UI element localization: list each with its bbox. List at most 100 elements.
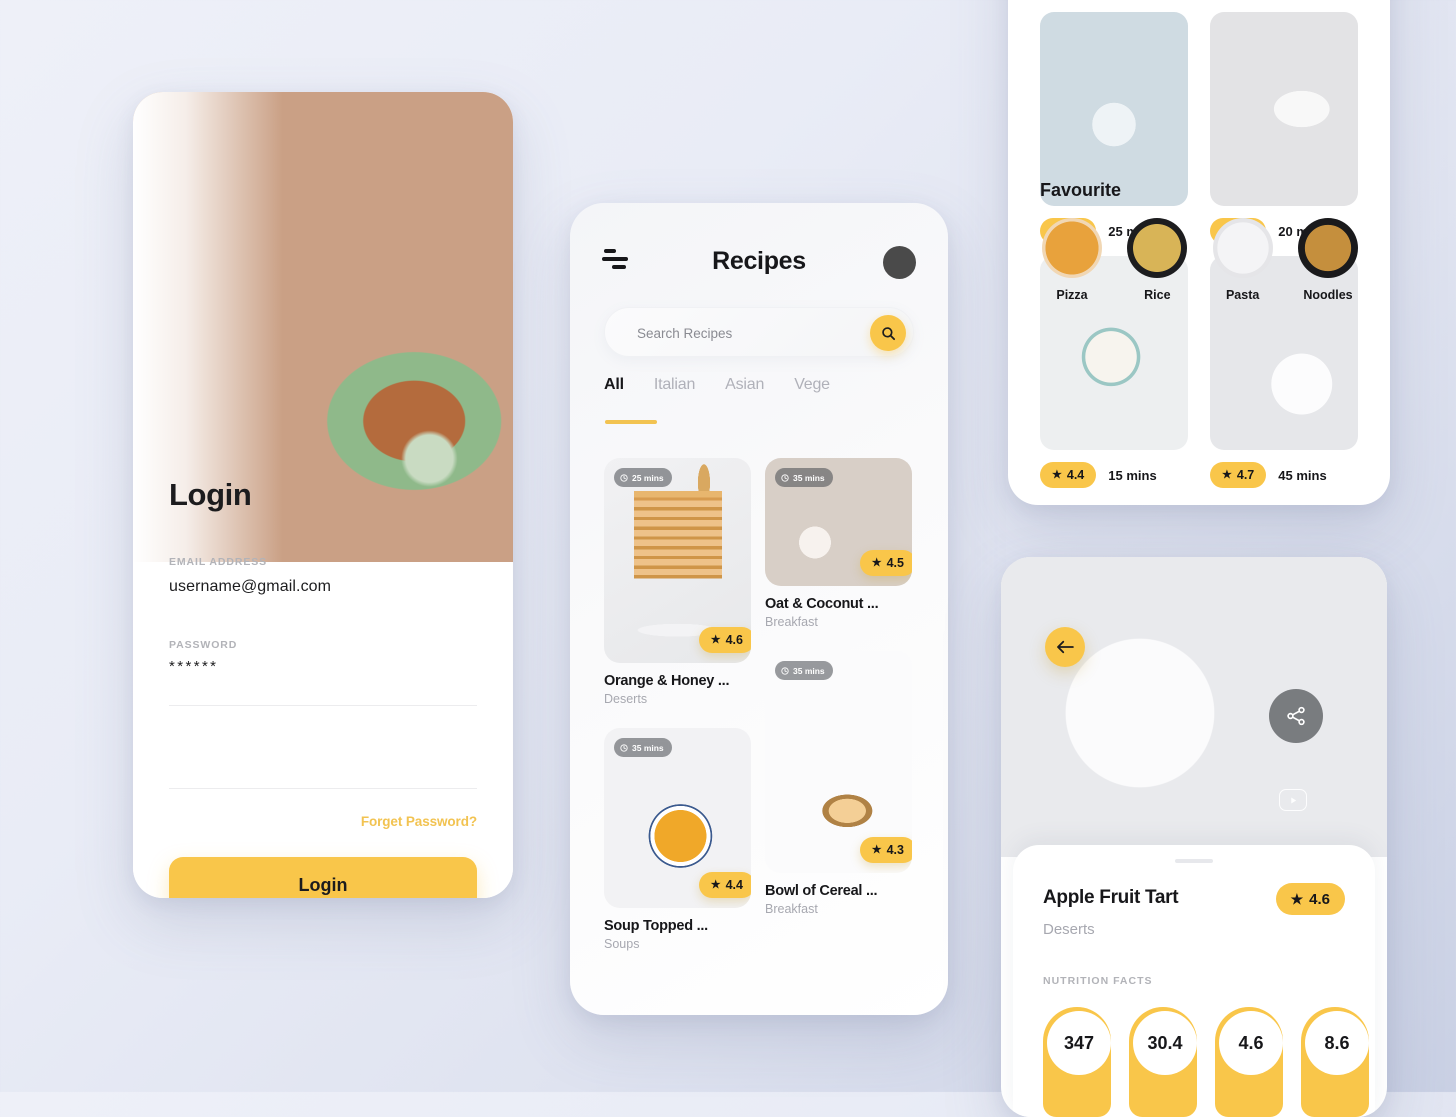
rating-value: 4.4 xyxy=(725,878,743,892)
share-icon xyxy=(1287,706,1305,726)
search-bar[interactable] xyxy=(604,307,914,358)
password-field-underline xyxy=(169,788,477,789)
rating-badge: ★ 4.3 xyxy=(859,837,912,863)
favourite-item-pasta[interactable]: Pasta xyxy=(1211,218,1275,302)
favourite-label: Pasta xyxy=(1225,288,1260,302)
rating-badge: ★ 4.6 xyxy=(1275,883,1345,915)
rating-badge: ★ 4.7 xyxy=(1210,462,1267,488)
browse-card-meta: ★ 4.4 15 mins xyxy=(1040,462,1188,488)
recipe-title: Orange & Honey ... xyxy=(604,673,730,689)
back-button[interactable] xyxy=(1045,627,1085,667)
rating-value: 4.3 xyxy=(886,843,904,857)
recipe-category: Deserts xyxy=(1043,921,1095,938)
search-button[interactable] xyxy=(870,315,906,351)
star-icon: ★ xyxy=(1052,468,1062,481)
star-icon: ★ xyxy=(1290,891,1304,907)
recipe-thumbnail: 35 mins ★ 4.5 xyxy=(765,458,912,586)
nutrition-value: 347 xyxy=(1047,1011,1111,1075)
clock-icon xyxy=(781,666,789,675)
detail-hero-image xyxy=(1001,557,1387,857)
browse-thumbnail xyxy=(1210,12,1358,206)
play-video-button[interactable] xyxy=(1279,789,1307,811)
tab-italian[interactable]: Italian xyxy=(654,376,695,424)
forget-password-link[interactable]: Forget Password? xyxy=(361,814,477,829)
time-label: 45 mins xyxy=(1278,467,1327,483)
rating-value: 4.4 xyxy=(1066,468,1085,482)
recipe-column-left: 25 mins ★ 4.6 Orange & Honey ... Deserts xyxy=(604,458,751,959)
recipe-category: Breakfast xyxy=(765,615,818,629)
recipe-card[interactable]: 35 mins ★ 4.5 Oat & Coconut ... Breakfas… xyxy=(765,458,912,629)
rice-icon xyxy=(1127,218,1188,278)
recipe-thumbnail: 25 mins ★ 4.6 xyxy=(604,458,751,663)
favourite-label: Pizza xyxy=(1056,288,1088,302)
recipes-screen: Recipes All Italian Asian Vege xyxy=(570,203,948,1015)
recipe-category: Soups xyxy=(604,937,640,951)
detail-sheet: Apple Fruit Tart Deserts ★ 4.6 NUTRITION… xyxy=(1013,845,1375,1117)
browse-card-meta: ★ 4.7 45 mins xyxy=(1210,462,1358,488)
rating-badge: ★ 4.5 xyxy=(859,550,912,576)
nutrition-pill: 8.6 xyxy=(1301,1007,1369,1117)
time-badge: 35 mins xyxy=(775,661,833,680)
favourite-item-pizza[interactable]: Pizza xyxy=(1040,218,1104,302)
rating-badge: ★ 4.6 xyxy=(698,627,751,653)
recipe-card[interactable]: 25 mins ★ 4.6 Orange & Honey ... Deserts xyxy=(604,458,751,706)
recipe-thumbnail: 35 mins ★ 4.3 xyxy=(765,651,912,873)
favourite-section-title: Favourite xyxy=(1040,180,1122,200)
time-badge-label: 35 mins xyxy=(793,472,825,483)
login-screen: Login EMAIL ADDRESS PASSWORD Forget Pass… xyxy=(133,92,513,898)
arrow-left-icon xyxy=(1057,640,1074,654)
favourite-label: Noodles xyxy=(1303,288,1353,302)
tab-asian[interactable]: Asian xyxy=(725,376,764,424)
nutrition-facts-row: 347 30.4 4.6 8.6 xyxy=(1043,1007,1369,1117)
recipe-card[interactable]: 35 mins ★ 4.3 Bowl of Cereal ... Breakfa… xyxy=(765,651,912,916)
time-badge-label: 25 mins xyxy=(632,472,664,483)
play-icon xyxy=(1290,796,1296,804)
browse-card[interactable]: ★ 4.6 25 mins xyxy=(1040,12,1188,244)
password-field[interactable] xyxy=(169,658,469,675)
search-input[interactable] xyxy=(637,308,837,358)
email-field-underline xyxy=(169,705,477,706)
favourite-item-noodles[interactable]: Noodles xyxy=(1296,218,1360,302)
page-title: Login xyxy=(169,477,252,512)
avatar[interactable] xyxy=(883,246,916,279)
recipe-title: Oat & Coconut ... xyxy=(765,596,879,612)
tab-vegetarian[interactable]: Vege xyxy=(794,376,830,424)
browse-screen: ★ 4.6 25 mins ★ 4.2 20 mins xyxy=(1008,0,1390,505)
browse-card[interactable]: ★ 4.2 20 mins xyxy=(1210,12,1358,244)
pizza-icon xyxy=(1042,218,1102,278)
rating-badge: ★ 4.4 xyxy=(1040,462,1097,488)
recipe-title: Bowl of Cereal ... xyxy=(765,883,878,899)
rating-value: 4.5 xyxy=(886,556,904,570)
noodles-icon xyxy=(1297,218,1358,278)
email-field[interactable] xyxy=(169,578,469,596)
share-button[interactable] xyxy=(1269,689,1323,743)
recipe-category: Deserts xyxy=(604,692,648,706)
login-button[interactable]: Login xyxy=(169,857,477,898)
star-icon: ★ xyxy=(871,556,882,569)
recipe-title: Soup Topped ... xyxy=(604,918,708,934)
browse-thumbnail xyxy=(1040,12,1188,206)
favourite-item-rice[interactable]: Rice xyxy=(1125,218,1189,302)
rating-value: 4.6 xyxy=(1309,890,1330,908)
tab-all[interactable]: All xyxy=(604,376,657,424)
sheet-drag-handle[interactable] xyxy=(1175,859,1213,863)
star-icon: ★ xyxy=(710,633,721,646)
nutrition-value: 8.6 xyxy=(1305,1011,1369,1075)
browse-row: ★ 4.6 25 mins ★ 4.2 20 mins xyxy=(1040,12,1358,244)
clock-icon xyxy=(781,473,789,482)
nutrition-pill: 4.6 xyxy=(1215,1007,1283,1117)
recipe-card[interactable]: 35 mins ★ 4.4 Soup Topped ... Soups xyxy=(604,728,751,951)
recipe-column-right: 35 mins ★ 4.5 Oat & Coconut ... Breakfas… xyxy=(765,458,912,924)
recipe-category: Breakfast xyxy=(765,902,818,916)
pasta-icon xyxy=(1212,218,1273,278)
search-icon xyxy=(881,326,895,340)
star-icon: ★ xyxy=(710,878,721,891)
recipe-thumbnail: 35 mins ★ 4.4 xyxy=(604,728,751,908)
time-label: 15 mins xyxy=(1108,467,1157,483)
rating-value: 4.7 xyxy=(1236,468,1255,482)
rating-value: 4.6 xyxy=(725,633,743,647)
clock-icon xyxy=(620,743,628,752)
recipes-header: Recipes xyxy=(570,203,948,299)
favourite-list: Pizza Rice Pasta Noodles xyxy=(1040,218,1360,302)
time-badge: 25 mins xyxy=(614,468,672,487)
